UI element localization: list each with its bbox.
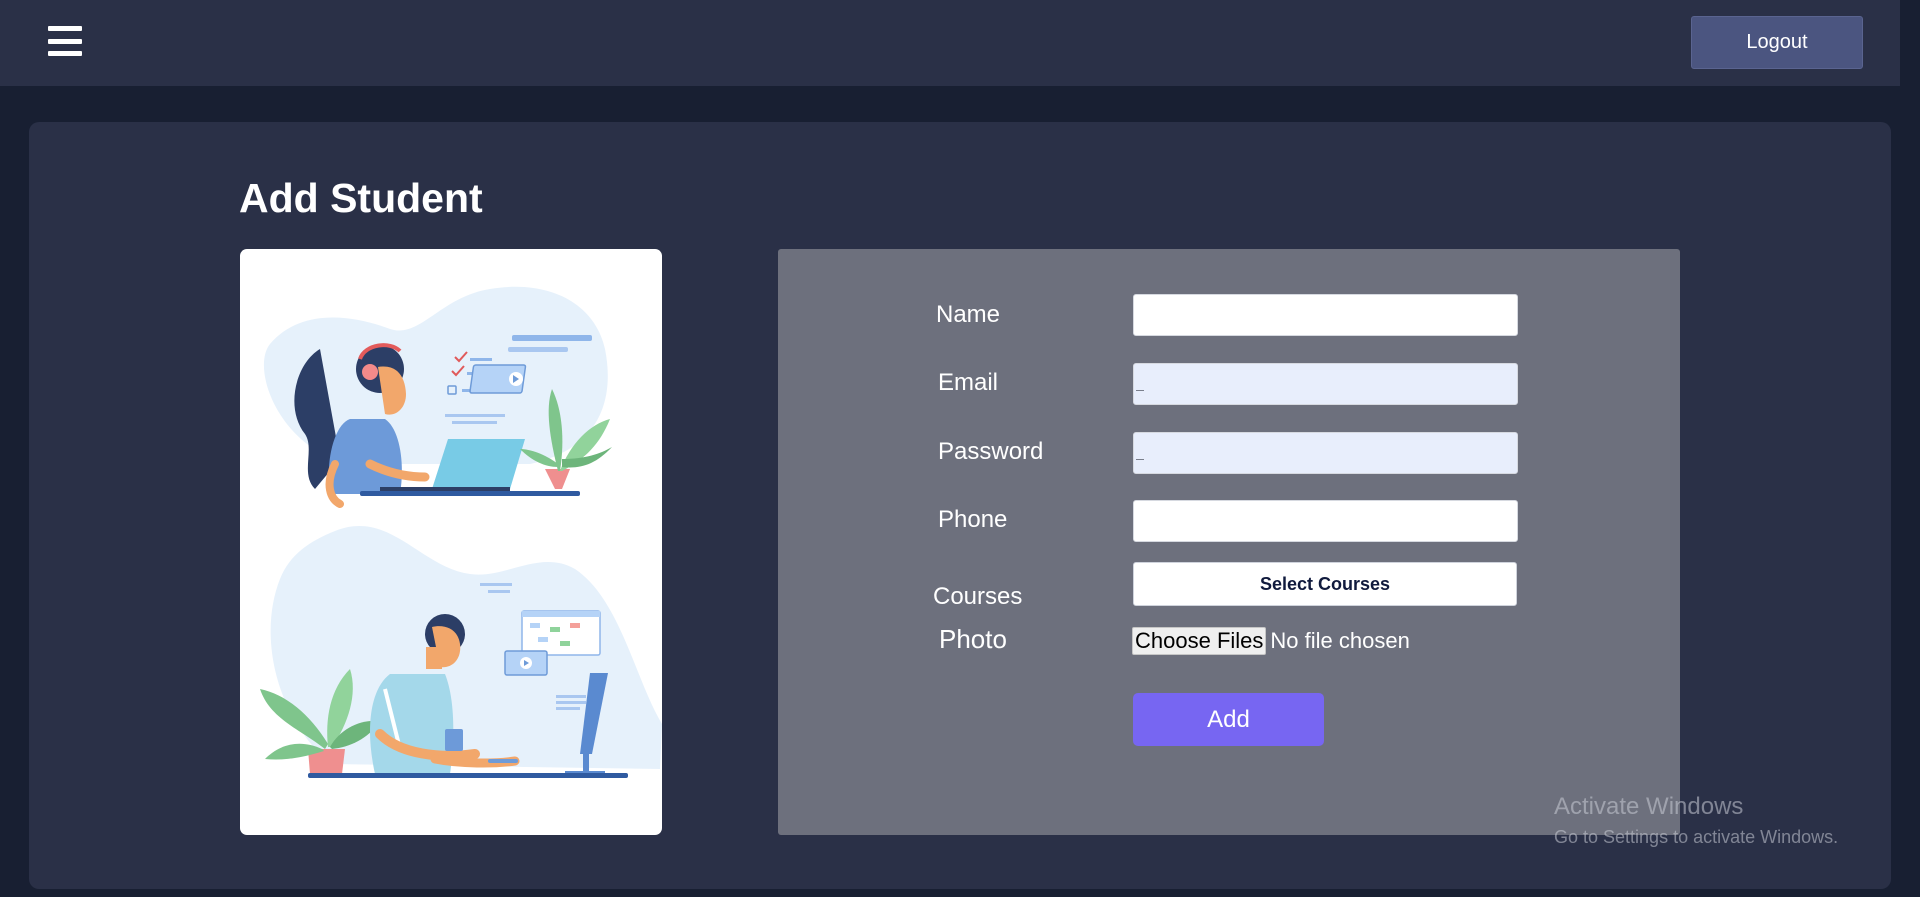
phone-label: Phone <box>938 506 1008 533</box>
woman-laptop-illustration <box>263 286 612 508</box>
activate-windows-watermark-subtitle: Go to Settings to activate Windows. <box>1554 827 1839 847</box>
illustration-card <box>240 249 662 835</box>
name-label: Name <box>936 301 1001 328</box>
man-desktop-illustration <box>260 526 662 778</box>
add-student-form-panel <box>778 249 1680 835</box>
page-scrollbar[interactable] <box>1900 0 1920 897</box>
hamburger-line <box>48 38 82 44</box>
text-cursor <box>1136 390 1144 391</box>
hamburger-line <box>48 26 82 31</box>
password-field[interactable] <box>1133 432 1518 474</box>
no-file-chosen-text: No file chosen <box>1270 628 1410 653</box>
select-courses-button[interactable]: Select Courses <box>1133 562 1517 606</box>
email-label: Email <box>938 369 999 396</box>
add-button[interactable]: Add <box>1133 693 1324 746</box>
logout-button[interactable]: Logout <box>1691 16 1863 69</box>
hamburger-line <box>48 51 82 56</box>
activate-windows-watermark-title: Activate Windows <box>1554 793 1744 820</box>
top-navbar: Logout <box>0 0 1900 86</box>
photo-label: Photo <box>939 624 1007 654</box>
hamburger-menu-icon[interactable] <box>48 26 82 56</box>
name-field[interactable] <box>1133 294 1518 336</box>
choose-files-button[interactable]: Choose Files <box>1132 627 1267 655</box>
students-illustration <box>260 286 662 778</box>
email-field[interactable] <box>1133 363 1518 405</box>
photo-file-input: Choose Files No file chosen <box>1132 627 1410 655</box>
password-label: Password <box>938 438 1044 465</box>
phone-field[interactable] <box>1133 500 1518 542</box>
courses-label: Courses <box>933 583 1023 610</box>
page-title: Add Student <box>239 175 483 221</box>
text-cursor <box>1136 459 1144 460</box>
